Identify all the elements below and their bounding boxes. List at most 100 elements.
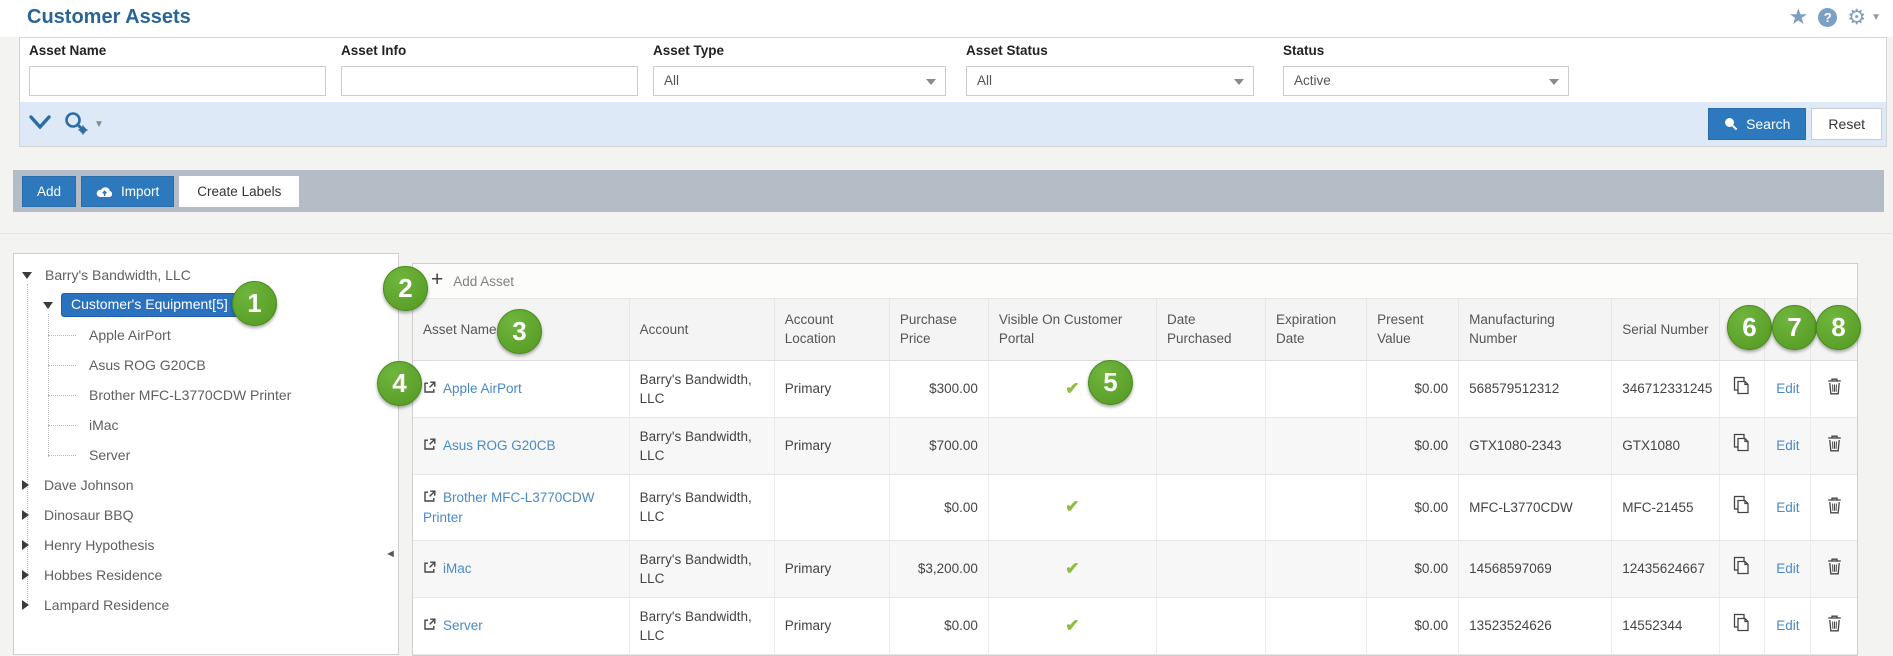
add-button[interactable]: Add — [22, 176, 76, 207]
tree-node-asset[interactable]: Brother MFC-L3770CDW Printer — [14, 380, 398, 410]
expander-closed-icon[interactable] — [22, 600, 29, 610]
open-asset-icon[interactable] — [423, 617, 436, 636]
manufacturing-number-cell: GTX1080-2343 — [1459, 417, 1612, 474]
account-location-cell — [774, 474, 889, 540]
column-header-purchase-price[interactable]: Purchase Price — [889, 299, 988, 360]
expander-open-icon[interactable] — [43, 302, 53, 309]
tree-node-account[interactable]: Lampard Residence — [14, 590, 398, 620]
tree-node-account[interactable]: Barry's Bandwidth, LLC — [14, 260, 398, 290]
tree-node-account[interactable]: Hobbes Residence — [14, 560, 398, 590]
account-cell: Barry's Bandwidth, LLC — [629, 417, 774, 474]
open-asset-icon[interactable] — [423, 437, 436, 456]
annotation-badge-7: 7 — [1772, 305, 1817, 350]
tree-node-asset[interactable]: iMac — [14, 410, 398, 440]
search-button[interactable]: Search — [1708, 108, 1806, 140]
asset-status-select[interactable]: All — [966, 66, 1254, 96]
asset-name-link[interactable]: Brother MFC-L3770CDW Printer — [423, 490, 595, 525]
expander-closed-icon[interactable] — [22, 510, 29, 520]
add-asset-button[interactable]: + Add Asset — [413, 264, 1857, 299]
tree-node-account[interactable]: Dave Johnson — [14, 470, 398, 500]
column-header-account[interactable]: Account — [629, 299, 774, 360]
copy-asset-icon[interactable] — [1733, 433, 1751, 458]
expander-closed-icon[interactable] — [22, 480, 29, 490]
expander-closed-icon[interactable] — [22, 570, 29, 580]
selected-tree-node[interactable]: Customer's Equipment[5] — [61, 293, 238, 317]
asset-name-input[interactable] — [29, 66, 326, 96]
manufacturing-number-cell: 13523524626 — [1459, 597, 1612, 654]
reset-button[interactable]: Reset — [1811, 108, 1882, 140]
asset-type-select[interactable]: All — [653, 66, 946, 96]
account-cell: Barry's Bandwidth, LLC — [629, 474, 774, 540]
tree-node-equipment-group-selected[interactable]: Customer's Equipment[5] — [14, 290, 398, 320]
tree-node-account[interactable]: Dinosaur BBQ — [14, 500, 398, 530]
delete-trash-icon[interactable] — [1827, 614, 1842, 637]
asset-status-value: All — [977, 73, 992, 88]
date-purchased-cell — [1156, 417, 1265, 474]
annotation-badge-5: 5 — [1088, 360, 1133, 405]
favorite-star-icon[interactable]: ★ — [1789, 6, 1809, 28]
asset-name-link[interactable]: Asus ROG G20CB — [443, 438, 556, 453]
cloud-upload-icon — [96, 185, 113, 198]
create-labels-button[interactable]: Create Labels — [179, 176, 299, 207]
import-button[interactable]: Import — [81, 176, 174, 207]
copy-asset-icon[interactable] — [1733, 495, 1751, 520]
asset-type-field: Asset Type All — [653, 43, 946, 96]
purchase-price-cell: $0.00 — [889, 474, 988, 540]
table-row: Server Barry's Bandwidth, LLC Primary $0… — [413, 597, 1857, 654]
column-header-expiration-date[interactable]: Expiration Date — [1266, 299, 1367, 360]
tree-node-asset[interactable]: Asus ROG G20CB — [14, 350, 398, 380]
annotation-badge-3: 3 — [497, 309, 542, 354]
annotation-badge-6: 6 — [1727, 305, 1772, 350]
expander-closed-icon[interactable] — [22, 540, 29, 550]
saved-search-caret-icon[interactable]: ▼ — [94, 119, 104, 130]
account-location-cell: Primary — [774, 540, 889, 597]
settings-caret-icon[interactable]: ▼ — [1871, 12, 1881, 23]
assets-table-panel: + Add Asset Asset Name Account Account L… — [412, 263, 1858, 656]
column-header-visible-on-portal[interactable]: Visible On Customer Portal — [988, 299, 1156, 360]
delete-trash-icon[interactable] — [1827, 557, 1842, 580]
collapse-filters-chevron-icon[interactable] — [29, 115, 51, 133]
settings-gear-icon[interactable]: ⚙ — [1847, 7, 1866, 28]
tree-node-asset[interactable]: Apple AirPort — [14, 320, 398, 350]
page-header: Customer Assets ★ ? ⚙ ▼ — [0, 0, 1893, 37]
asset-name-link[interactable]: iMac — [443, 561, 472, 576]
asset-name-link[interactable]: Server — [443, 618, 483, 633]
filter-panel: Asset Name Asset Info Asset Type All Ass… — [19, 37, 1887, 147]
asset-info-input[interactable] — [341, 66, 638, 96]
column-header-account-location[interactable]: Account Location — [774, 299, 889, 360]
edit-link[interactable]: Edit — [1776, 500, 1799, 515]
tree-node-account[interactable]: Henry Hypothesis — [14, 530, 398, 560]
delete-trash-icon[interactable] — [1827, 377, 1842, 400]
expiration-date-cell — [1266, 417, 1367, 474]
tree-node-asset[interactable]: Server — [14, 440, 398, 470]
panel-collapse-arrow-icon[interactable]: ◄ — [385, 548, 396, 560]
edit-link[interactable]: Edit — [1776, 618, 1799, 633]
column-header-serial-number[interactable]: Serial Number — [1612, 299, 1720, 360]
present-value-cell: $0.00 — [1367, 474, 1459, 540]
delete-trash-icon[interactable] — [1827, 496, 1842, 519]
open-asset-icon[interactable] — [423, 560, 436, 579]
column-header-date-purchased[interactable]: Date Purchased — [1156, 299, 1265, 360]
open-asset-icon[interactable] — [423, 489, 436, 508]
expander-open-icon[interactable] — [22, 272, 32, 279]
copy-asset-icon[interactable] — [1733, 376, 1751, 401]
column-header-manufacturing-number[interactable]: Manufacturing Number — [1459, 299, 1612, 360]
plus-icon: + — [431, 269, 443, 290]
column-header-present-value[interactable]: Present Value — [1367, 299, 1459, 360]
chevron-down-icon — [1549, 79, 1559, 85]
copy-asset-icon[interactable] — [1733, 556, 1751, 581]
edit-link[interactable]: Edit — [1776, 438, 1799, 453]
delete-trash-icon[interactable] — [1827, 434, 1842, 457]
edit-link[interactable]: Edit — [1776, 381, 1799, 396]
help-icon[interactable]: ? — [1818, 8, 1837, 27]
content-divider — [0, 233, 1893, 234]
table-row: Brother MFC-L3770CDW Printer Barry's Ban… — [413, 474, 1857, 540]
expiration-date-cell — [1266, 597, 1367, 654]
status-select[interactable]: Active — [1283, 66, 1569, 96]
edit-link[interactable]: Edit — [1776, 561, 1799, 576]
visible-check-icon: ✔ — [1065, 379, 1079, 398]
saved-search-gear-icon[interactable] — [63, 110, 90, 139]
asset-name-link[interactable]: Apple AirPort — [443, 381, 522, 396]
open-asset-icon[interactable] — [423, 380, 436, 399]
copy-asset-icon[interactable] — [1733, 613, 1751, 638]
